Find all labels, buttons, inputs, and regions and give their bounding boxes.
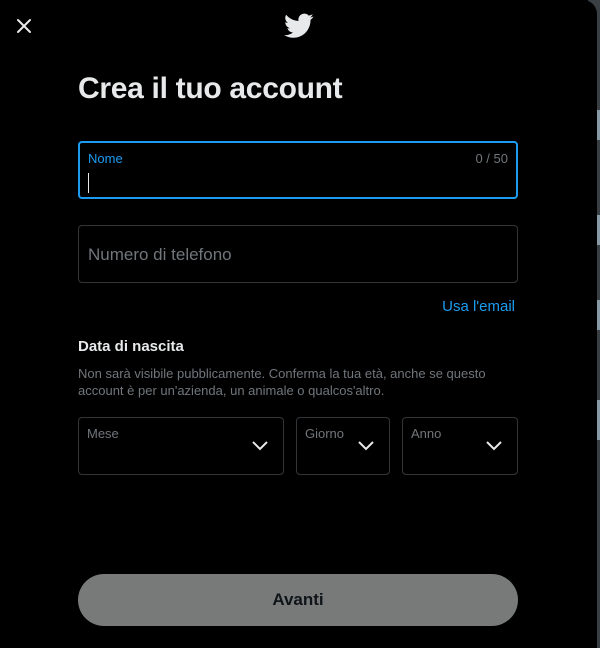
close-button[interactable] — [12, 14, 36, 38]
month-select[interactable]: Mese — [78, 417, 284, 475]
name-field[interactable]: Nome 0 / 50 — [78, 141, 518, 199]
name-field-label: Nome — [88, 151, 123, 166]
dob-title: Data di nascita — [78, 338, 184, 355]
next-button-label: Avanti — [272, 590, 324, 609]
signup-modal: Crea il tuo account Nome 0 / 50 Numero d… — [0, 0, 597, 648]
dob-description: Non sarà visibile pubblicamente. Conferm… — [78, 366, 486, 398]
phone-placeholder: Numero di telefono — [88, 245, 232, 264]
chevron-down-icon — [486, 441, 502, 451]
close-icon — [17, 19, 31, 33]
chevron-down-icon — [252, 441, 268, 451]
next-button[interactable]: Avanti — [78, 574, 518, 626]
page-title: Crea il tuo account — [78, 72, 343, 105]
year-select[interactable]: Anno — [402, 417, 518, 475]
month-label: Mese — [87, 426, 119, 441]
day-select[interactable]: Giorno — [296, 417, 390, 475]
text-caret — [88, 173, 89, 193]
name-char-counter: 0 / 50 — [475, 151, 508, 166]
use-email-link[interactable]: Usa l'email — [442, 298, 515, 315]
chevron-down-icon — [358, 441, 374, 451]
phone-field[interactable]: Numero di telefono — [78, 225, 518, 283]
year-label: Anno — [411, 426, 442, 441]
twitter-bird-icon — [284, 13, 314, 38]
day-label: Giorno — [305, 426, 345, 441]
